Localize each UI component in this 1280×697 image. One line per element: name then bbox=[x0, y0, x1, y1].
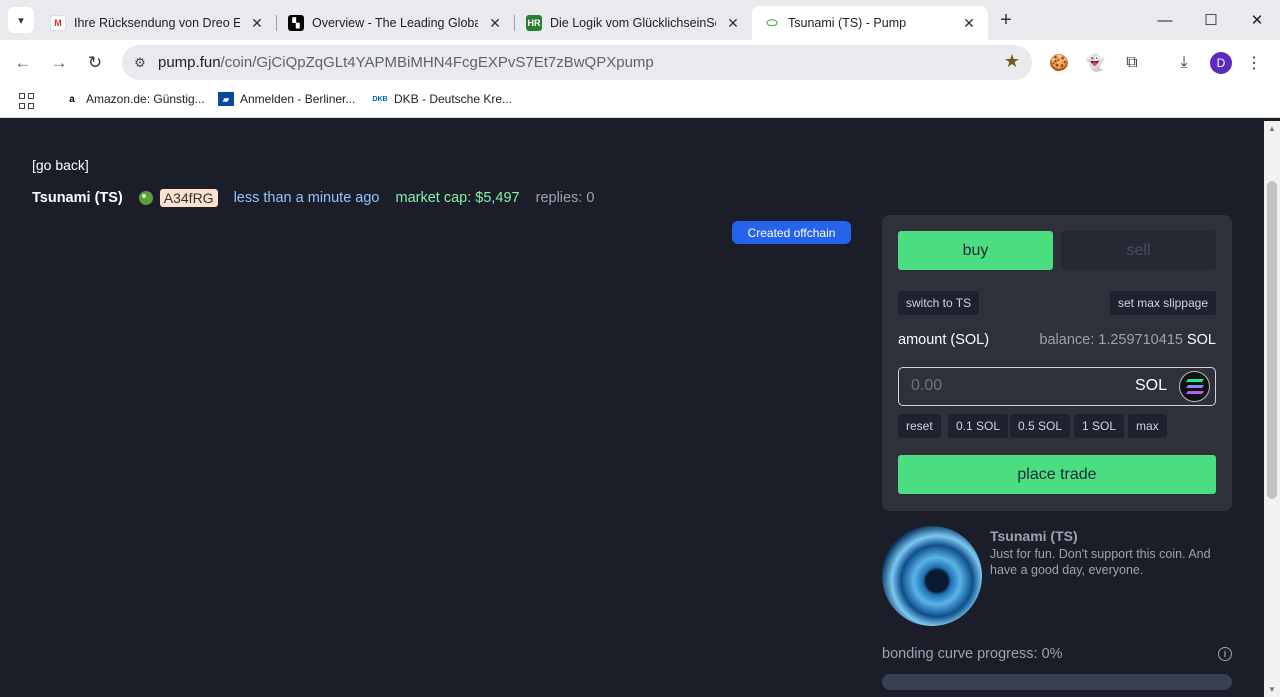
scroll-up-icon[interactable]: ▲ bbox=[1268, 124, 1276, 133]
amount-input[interactable] bbox=[911, 377, 1111, 395]
solana-icon bbox=[1179, 371, 1210, 402]
close-tab-icon[interactable]: ✕ bbox=[248, 15, 266, 32]
pill-icon: ⬭ bbox=[764, 15, 780, 31]
chevron-down-icon: ▾ bbox=[18, 14, 24, 27]
reload-button[interactable]: ↻ bbox=[81, 49, 109, 77]
creator-link[interactable]: A34fRG bbox=[159, 189, 218, 207]
bookmark-amazon[interactable]: a Amazon.de: Günstig... bbox=[64, 92, 205, 106]
scrollbar-thumb[interactable] bbox=[1267, 181, 1277, 499]
close-tab-icon[interactable]: ✕ bbox=[486, 15, 504, 32]
info-icon[interactable]: i bbox=[1218, 647, 1232, 661]
minimize-icon: — bbox=[1157, 11, 1173, 29]
set-max-slippage-button[interactable]: set max slippage bbox=[1109, 291, 1216, 315]
plus-icon: + bbox=[1000, 8, 1012, 31]
coin-image bbox=[882, 526, 982, 626]
tab-search-button[interactable]: ▾ bbox=[8, 7, 34, 33]
buy-tab-button[interactable]: buy bbox=[898, 231, 1053, 270]
switch-token-button[interactable]: switch to TS bbox=[898, 291, 980, 315]
bookmarks-bar: a Amazon.de: Günstig... ▰ Anmelden - Ber… bbox=[0, 85, 1280, 118]
currency-label: SOL bbox=[1134, 377, 1167, 394]
coin-name: Tsunami (TS) bbox=[32, 190, 123, 206]
new-tab-button[interactable]: + bbox=[994, 8, 1018, 32]
amount-field: SOL bbox=[898, 367, 1216, 406]
arrow-right-icon: → bbox=[50, 53, 68, 72]
profile-avatar[interactable]: D bbox=[1210, 52, 1232, 74]
amount-1-sol-button[interactable]: 1 SOL bbox=[1074, 414, 1125, 438]
gmail-icon: M bbox=[50, 15, 66, 31]
amazon-icon: a bbox=[69, 93, 75, 105]
tab-logik[interactable]: HR Die Logik vom GlücklichseinSeit ✕ bbox=[514, 6, 752, 40]
created-time: less than a minute ago bbox=[233, 190, 380, 206]
tab-gmail[interactable]: M Ihre Rücksendung von Dreo Eng ✕ bbox=[38, 6, 277, 40]
sell-tab-button[interactable]: sell bbox=[1061, 231, 1216, 270]
created-offchain-badge: Created offchain bbox=[732, 221, 851, 244]
ghost-extension-icon[interactable]: 👻 bbox=[1083, 51, 1107, 75]
maximize-button[interactable]: ☐ bbox=[1188, 0, 1234, 40]
forward-button[interactable]: → bbox=[45, 49, 73, 77]
back-button[interactable]: ← bbox=[9, 49, 37, 77]
close-tab-icon[interactable]: ✕ bbox=[724, 15, 742, 32]
dkb-icon: DKB bbox=[372, 95, 388, 103]
amount-0-1-sol-button[interactable]: 0.1 SOL bbox=[948, 414, 1009, 438]
bookmark-star-icon[interactable]: ★ bbox=[1004, 51, 1020, 72]
okx-icon: ▚ bbox=[288, 15, 304, 31]
arrow-left-icon: ← bbox=[14, 53, 32, 72]
tab-bar: ▾ M Ihre Rücksendung von Dreo Eng ✕ ▚ Ov… bbox=[0, 0, 1280, 40]
close-icon: ✕ bbox=[1250, 12, 1264, 29]
scroll-down-icon[interactable]: ▼ bbox=[1268, 685, 1276, 694]
url-text[interactable]: pump.fun/coin/GjCiQpZqGLt4YAPMBiMHN4FcgE… bbox=[158, 54, 654, 71]
download-icon[interactable]: ⤓ bbox=[1172, 51, 1196, 75]
bookmark-berliner[interactable]: ▰ Anmelden - Berliner... bbox=[218, 92, 355, 106]
page-scrollbar[interactable]: ▲ ▼ bbox=[1264, 121, 1280, 697]
reset-amount-button[interactable]: reset bbox=[898, 414, 941, 438]
amount-0-5-sol-button[interactable]: 0.5 SOL bbox=[1010, 414, 1071, 438]
more-menu-icon[interactable]: ⋮ bbox=[1242, 51, 1266, 75]
close-tab-icon[interactable]: ✕ bbox=[960, 15, 978, 32]
replies-count: replies: 0 bbox=[535, 190, 595, 206]
cookie-extension-icon[interactable]: 🍪 bbox=[1047, 51, 1071, 75]
apps-grid-icon[interactable] bbox=[19, 93, 35, 109]
address-bar[interactable]: ⚙ pump.fun/coin/GjCiQpZqGLt4YAPMBiMHN4Fc… bbox=[122, 45, 1032, 80]
bank-icon: ▰ bbox=[218, 92, 234, 106]
coin-header: Tsunami (TS) A34fRG less than a minute a… bbox=[32, 188, 594, 208]
page-content: [go back] Tsunami (TS) A34fRG less than … bbox=[0, 121, 1264, 697]
bonding-curve-label: bonding curve progress: 0% bbox=[882, 646, 1063, 662]
amount-max-button[interactable]: max bbox=[1128, 414, 1167, 438]
place-trade-button[interactable]: place trade bbox=[898, 455, 1216, 494]
browser-toolbar: ← → ↻ ⚙ pump.fun/coin/GjCiQpZqGLt4YAPMBi… bbox=[0, 40, 1280, 85]
close-window-button[interactable]: ✕ bbox=[1234, 0, 1280, 40]
coin-description: Just for fun. Don't support this coin. A… bbox=[990, 547, 1211, 577]
bonding-curve-progress-bar bbox=[882, 674, 1232, 690]
coin-info-title: Tsunami (TS) bbox=[990, 528, 1078, 544]
amount-label: amount (SOL) bbox=[898, 332, 990, 348]
market-cap: market cap: $5,497 bbox=[395, 190, 520, 206]
bookmark-dkb[interactable]: DKB DKB - Deutsche Kre... bbox=[372, 92, 512, 106]
extensions-puzzle-icon[interactable]: ⧉ bbox=[1120, 51, 1144, 75]
minimize-button[interactable]: — bbox=[1142, 0, 1188, 40]
hr-icon: HR bbox=[526, 15, 542, 31]
trade-panel: buy sell switch to TS set max slippage a… bbox=[882, 215, 1232, 511]
reload-icon: ↻ bbox=[87, 53, 103, 72]
creator-avatar-icon bbox=[138, 191, 153, 205]
site-settings-icon[interactable]: ⚙ bbox=[130, 53, 150, 73]
tab-pump-active[interactable]: ⬭ Tsunami (TS) - Pump ✕ bbox=[752, 6, 988, 40]
tab-okx[interactable]: ▚ Overview - The Leading Global ✕ bbox=[276, 6, 515, 40]
go-back-link[interactable]: [go back] bbox=[32, 157, 89, 173]
maximize-icon: ☐ bbox=[1204, 12, 1218, 29]
balance-display: balance: 1.259710415 SOL bbox=[1039, 332, 1216, 348]
